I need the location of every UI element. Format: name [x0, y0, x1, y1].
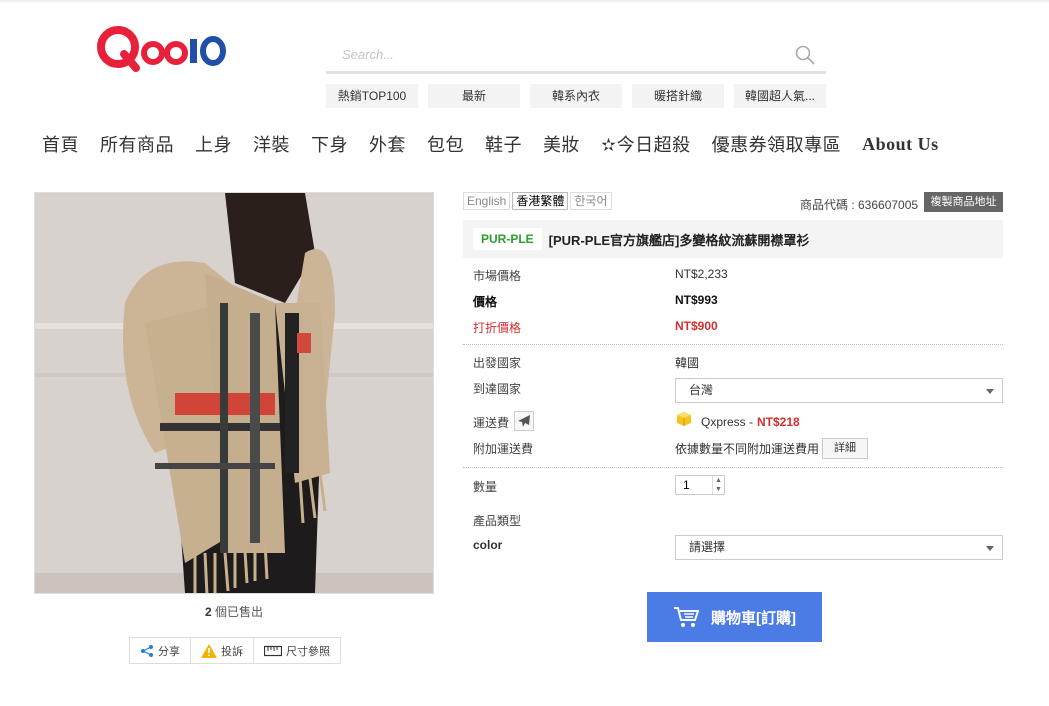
- product-type-label: 產品類型: [473, 514, 522, 528]
- nav-about-us[interactable]: About Us: [862, 134, 939, 155]
- market-price-label: 市場價格: [473, 269, 522, 283]
- shipping-carrier: Qxpress -: [701, 415, 754, 429]
- product-image[interactable]: [34, 192, 434, 594]
- share-icon: [141, 644, 153, 657]
- nav-tops[interactable]: 上身: [195, 131, 232, 157]
- divider: [463, 344, 1003, 345]
- color-select[interactable]: 請選擇: [675, 535, 1003, 560]
- extra-shipping-text: 依據數量不同附加運送費用: [675, 442, 820, 456]
- size-chart-button[interactable]: 尺寸參照: [254, 638, 340, 663]
- nav-home[interactable]: 首頁: [42, 131, 79, 157]
- market-price: NT$2,233: [675, 267, 728, 281]
- lang-traditional-chinese[interactable]: 香港繁體: [512, 192, 569, 210]
- cart-button-label: 購物車[訂購]: [711, 609, 796, 627]
- destination-select[interactable]: 台灣: [675, 378, 1003, 403]
- size-chart-label: 尺寸參照: [286, 645, 330, 658]
- nav-beauty[interactable]: 美妝: [543, 131, 580, 157]
- shipping-detail-button[interactable]: 詳細: [822, 438, 868, 459]
- quantity-spin-buttons[interactable]: ▲ ▼: [712, 476, 724, 494]
- keyword-korean-underwear[interactable]: 韓系內衣: [530, 84, 622, 108]
- sold-label: 個已售出: [211, 605, 264, 619]
- quantity-input[interactable]: [676, 476, 712, 494]
- copy-url-button[interactable]: 複製商品地址: [924, 192, 1003, 212]
- origin-country: 韓國: [675, 356, 700, 370]
- share-button[interactable]: 分享: [130, 638, 191, 663]
- discount-price-label: 打折價格: [473, 321, 522, 335]
- popular-keywords: 熱銷TOP100 最新 韓系內衣 暖搭針織 韓國超人氣...: [326, 84, 826, 108]
- warning-icon: [201, 643, 217, 658]
- destination-value: 台灣: [689, 383, 714, 397]
- lang-english[interactable]: English: [463, 192, 511, 210]
- main-nav: 首頁 所有商品 上身 洋裝 下身 外套 包包 鞋子 美妝 ✫今日超殺 優惠券領取…: [42, 131, 960, 157]
- brand-badge[interactable]: PUR-PLE: [473, 228, 542, 250]
- search-bar: [326, 38, 826, 74]
- color-select-value: 請選擇: [689, 540, 726, 554]
- search-icon[interactable]: [794, 44, 816, 66]
- product-code: 商品代碼 : 636607005: [800, 198, 919, 212]
- report-label: 投訴: [221, 645, 243, 658]
- add-to-cart-button[interactable]: 購物車[訂購]: [647, 592, 822, 642]
- quantity-label: 數量: [473, 480, 498, 494]
- keyword-top100[interactable]: 熱銷TOP100: [326, 84, 418, 108]
- share-label: 分享: [158, 645, 180, 658]
- chevron-down-icon: [986, 546, 994, 551]
- cart-icon: [674, 607, 699, 627]
- quantity-stepper: ▲▼: [675, 475, 725, 495]
- extra-shipping-label: 附加運送費: [473, 442, 534, 456]
- sold-number: 2: [204, 605, 212, 619]
- divider: [463, 467, 1003, 468]
- search-input[interactable]: [326, 38, 766, 70]
- chevron-down-icon: [986, 389, 994, 394]
- lang-korean[interactable]: 한국어: [570, 192, 612, 210]
- nav-today-deals[interactable]: ✫今日超殺: [601, 131, 691, 157]
- image-tools: 分享 投訴 尺寸參照: [129, 637, 341, 664]
- keyword-new[interactable]: 最新: [428, 84, 520, 108]
- discount-price: NT$900: [675, 319, 718, 333]
- qoo10-logo[interactable]: [96, 22, 231, 72]
- nav-dresses[interactable]: 洋裝: [253, 131, 290, 157]
- package-icon: [677, 412, 691, 426]
- top-border: [0, 0, 1049, 2]
- price-label: 價格: [473, 295, 498, 309]
- nav-all-products[interactable]: 所有商品: [100, 131, 174, 157]
- product-title-bar: PUR-PLE [PUR-PLE官方旗艦店]多變格紋流蘇開襟罩衫: [463, 220, 1003, 258]
- nav-coupons[interactable]: 優惠券領取專區: [712, 131, 842, 157]
- shipping-price: NT$218: [757, 415, 800, 429]
- destination-label: 到達國家: [473, 382, 522, 396]
- nav-bags[interactable]: 包包: [427, 131, 464, 157]
- nav-shoes[interactable]: 鞋子: [485, 131, 522, 157]
- keyword-knit[interactable]: 暖搭針織: [632, 84, 724, 108]
- keyword-korean-popular[interactable]: 韓國超人氣...: [734, 84, 826, 108]
- airplane-icon[interactable]: [514, 411, 534, 431]
- language-switcher: English 香港繁體 한국어: [463, 192, 612, 210]
- nav-bottoms[interactable]: 下身: [311, 131, 348, 157]
- shipping-info: Qxpress - NT$218: [701, 415, 800, 429]
- report-button[interactable]: 投訴: [191, 638, 254, 663]
- origin-label: 出發國家: [473, 356, 522, 370]
- nav-outerwear[interactable]: 外套: [369, 131, 406, 157]
- price: NT$993: [675, 293, 718, 307]
- sold-count: 2 個已售出: [34, 603, 434, 620]
- color-label: color: [473, 538, 503, 552]
- shipping-fee-label: 運送費: [473, 416, 510, 430]
- product-title: [PUR-PLE官方旗艦店]多變格紋流蘇開襟罩衫: [548, 232, 810, 248]
- ruler-icon: [264, 645, 282, 656]
